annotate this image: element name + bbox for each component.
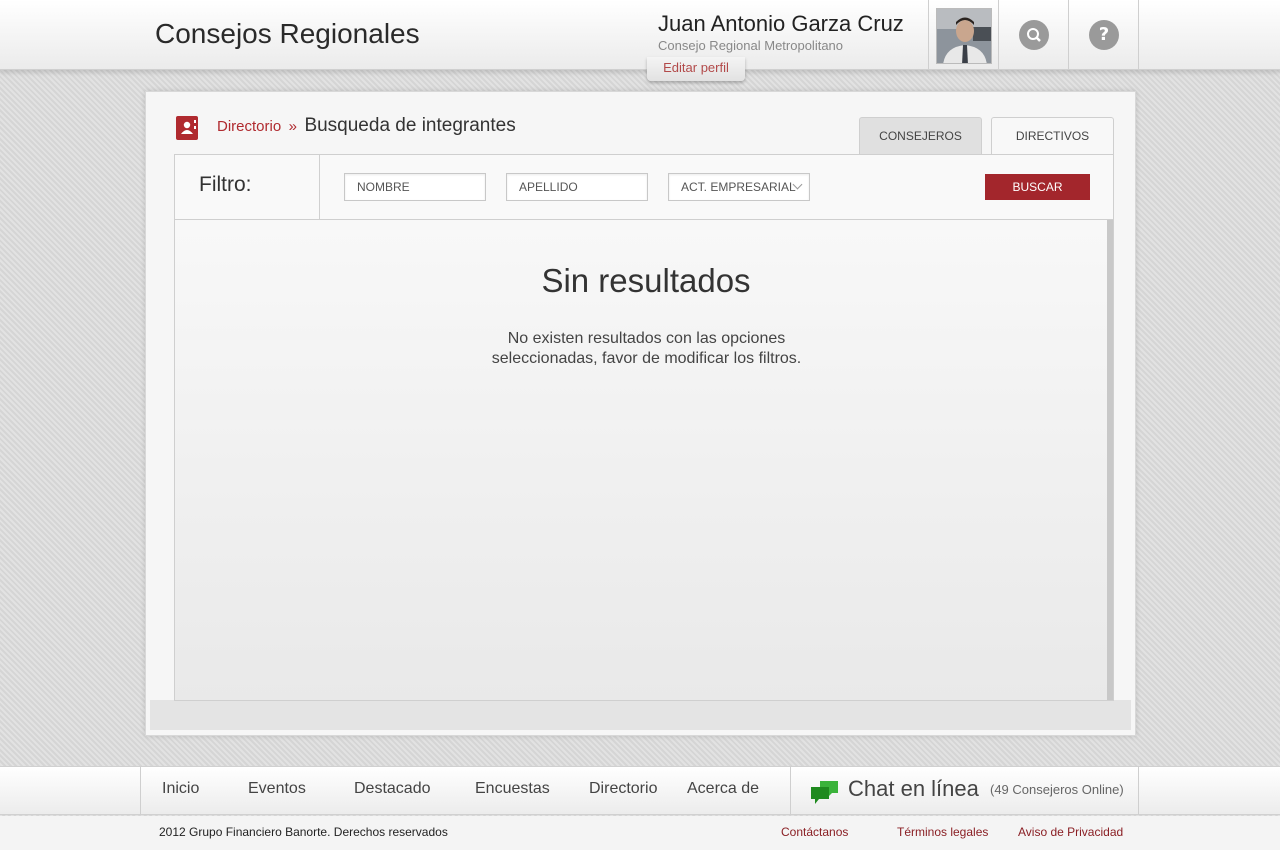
legal-terms-link[interactable]: Términos legales [897, 825, 988, 839]
filter-divider [319, 155, 320, 219]
chat-icon[interactable] [810, 779, 840, 805]
edit-profile-link[interactable]: Editar perfil [647, 57, 745, 81]
apellido-input[interactable]: APELLIDO [506, 173, 648, 201]
nav-item-eventos[interactable]: Eventos [248, 780, 306, 798]
breadcrumb-directorio-link[interactable]: Directorio [217, 118, 281, 135]
header-divider [928, 0, 929, 70]
nav-item-acerca-de[interactable]: Acerca de [687, 780, 759, 798]
privacy-link[interactable]: Aviso de Privacidad [1018, 825, 1123, 839]
header-divider [1138, 0, 1139, 70]
no-results-title: Sin resultados [541, 262, 751, 299]
online-count: (49 Consejeros Online) [990, 782, 1124, 797]
app-title: Consejos Regionales [155, 18, 420, 49]
panel-footer-strip [150, 700, 1131, 730]
tab-consejeros[interactable]: CONSEJEROS [859, 117, 982, 155]
search-icon[interactable] [1019, 20, 1049, 50]
avatar-photo [937, 9, 991, 63]
contact-book-glyph [181, 120, 196, 134]
no-results-message: No existen resultados con las opciones s… [491, 330, 802, 367]
footer-divider [140, 766, 141, 815]
header-divider [1068, 0, 1069, 70]
breadcrumb-separator: » [288, 118, 297, 135]
directory-icon [176, 116, 198, 140]
search-glyph [1027, 28, 1041, 42]
header-divider [998, 0, 999, 70]
copyright-text: 2012 Grupo Financiero Banorte. Derechos … [159, 825, 448, 839]
footer-divider [1138, 766, 1139, 815]
nav-item-directorio[interactable]: Directorio [589, 780, 657, 798]
nav-item-destacado[interactable]: Destacado [354, 780, 431, 798]
nav-item-inicio[interactable]: Inicio [162, 780, 199, 798]
breadcrumb: Directorio » Busqueda de integrantes [217, 115, 516, 137]
user-council: Consejo Regional Metropolitano [658, 38, 844, 53]
contact-link[interactable]: Contáctanos [781, 825, 848, 839]
nombre-input[interactable]: NOMBRE [344, 173, 486, 201]
page-title: Busqueda de integrantes [304, 115, 516, 136]
footer-divider [790, 766, 791, 815]
chat-label[interactable]: Chat en línea [848, 776, 979, 802]
nav-item-encuestas[interactable]: Encuestas [475, 780, 550, 798]
search-button[interactable]: BUSCAR [985, 174, 1090, 200]
actividad-select[interactable]: ACT. EMPRESARIAL [668, 173, 810, 201]
tab-directivos[interactable]: DIRECTIVOS [991, 117, 1114, 155]
help-icon[interactable]: ? [1089, 20, 1119, 50]
filter-label: Filtro: [199, 173, 252, 196]
chat-bubbles-glyph [811, 781, 838, 804]
avatar[interactable] [936, 8, 992, 64]
actividad-select-value: ACT. EMPRESARIAL [681, 180, 796, 194]
user-name: Juan Antonio Garza Cruz [658, 11, 904, 36]
